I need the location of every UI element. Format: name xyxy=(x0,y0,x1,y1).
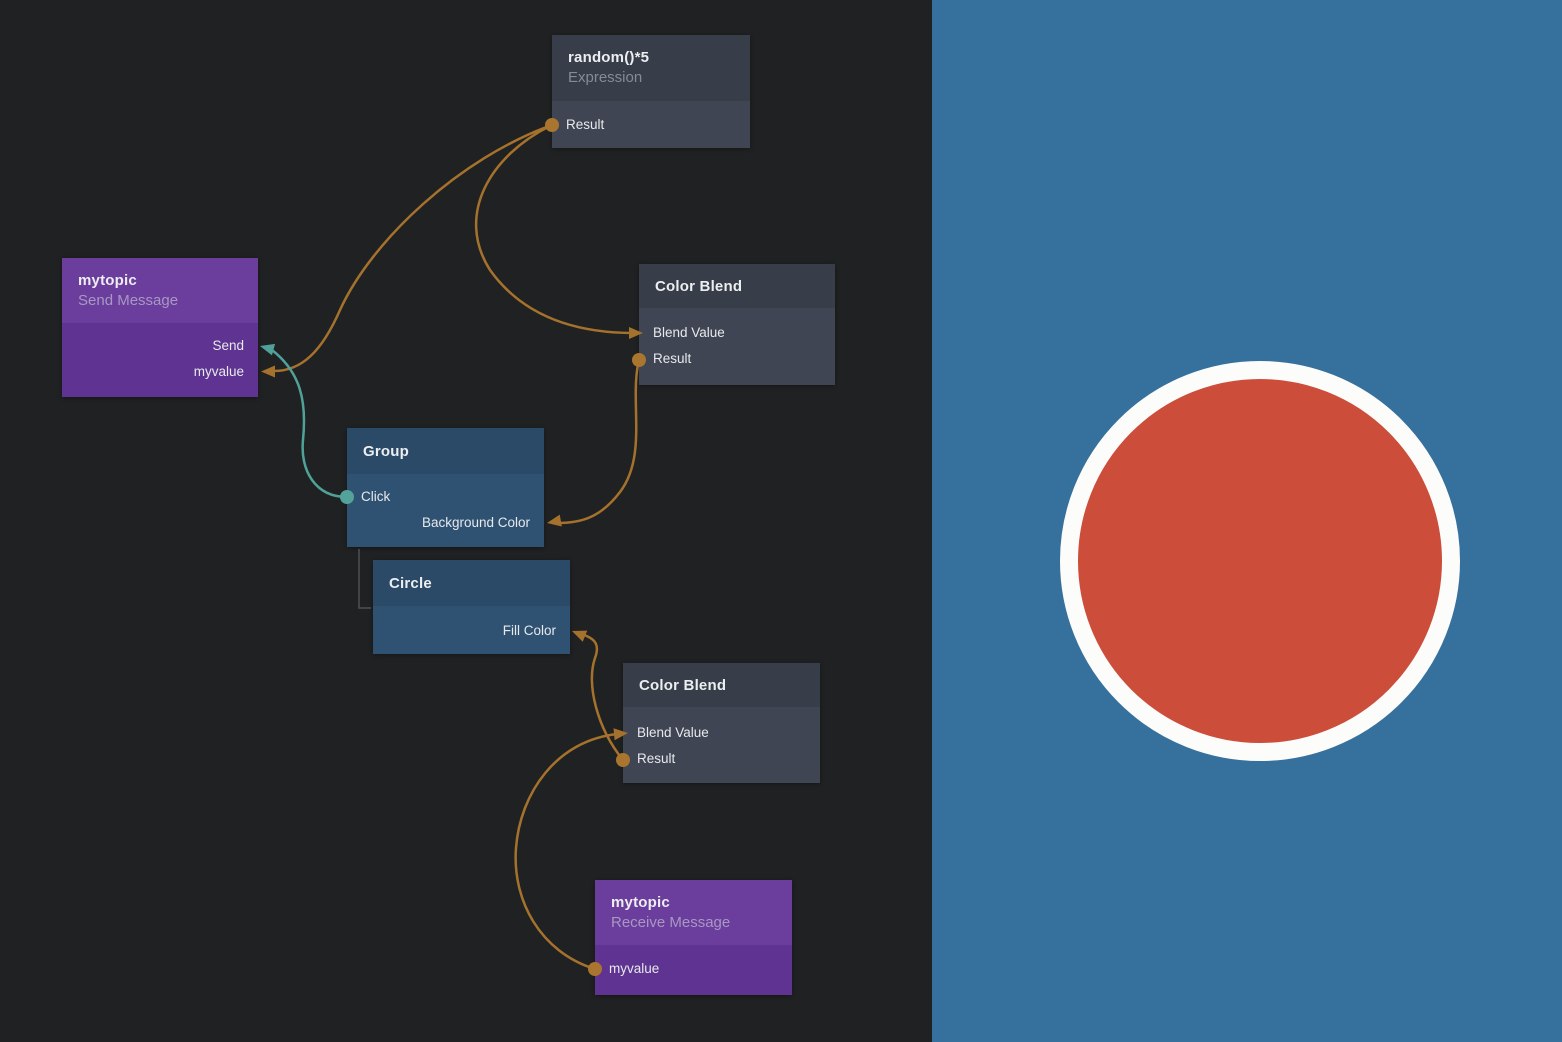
port-fill-color[interactable]: Fill Color xyxy=(373,618,570,644)
port-result[interactable]: Result xyxy=(639,346,835,372)
node-circle[interactable]: Circle Fill Color xyxy=(373,560,570,654)
noodl-editor: random()*5 Expression Result mytopic Sen… xyxy=(0,0,1562,1042)
node-title: Color Blend xyxy=(639,676,804,696)
node-body: myvalue xyxy=(595,945,792,995)
arrow-fill-color-input xyxy=(570,625,587,641)
node-receive-message[interactable]: mytopic Receive Message myvalue xyxy=(595,880,792,995)
preview-panel xyxy=(932,0,1562,1042)
port-send[interactable]: Send xyxy=(62,333,258,359)
wire-result-to-blend-value-1[interactable] xyxy=(476,125,634,333)
node-color-blend-2[interactable]: Color Blend Blend Value Result xyxy=(623,663,820,783)
port-blend-value[interactable]: Blend Value xyxy=(623,720,820,746)
port-result[interactable]: Result xyxy=(552,112,750,138)
node-group[interactable]: Group Click Background Color xyxy=(347,428,544,547)
node-header: random()*5 Expression xyxy=(552,35,750,101)
node-header: Circle xyxy=(373,560,570,606)
node-body: Click Background Color xyxy=(347,474,544,547)
node-canvas[interactable]: random()*5 Expression Result mytopic Sen… xyxy=(0,0,932,1042)
node-title: Color Blend xyxy=(655,277,819,297)
wire-result-to-myvalue[interactable] xyxy=(274,125,552,371)
port-background-color[interactable]: Background Color xyxy=(347,510,544,536)
node-header: Color Blend xyxy=(639,264,835,308)
node-header: Color Blend xyxy=(623,663,820,707)
port-blend-value[interactable]: Blend Value xyxy=(639,320,835,346)
node-title: Circle xyxy=(389,574,554,594)
node-color-blend-1[interactable]: Color Blend Blend Value Result xyxy=(639,264,835,385)
wire-result-to-fill-color[interactable] xyxy=(582,634,623,760)
node-body: Blend Value Result xyxy=(623,707,820,783)
node-body: Blend Value Result xyxy=(639,308,835,385)
node-expression[interactable]: random()*5 Expression Result xyxy=(552,35,750,148)
node-header: mytopic Receive Message xyxy=(595,880,792,945)
wire-click-to-send[interactable] xyxy=(272,350,347,497)
port-click[interactable]: Click xyxy=(347,484,544,510)
node-send-message[interactable]: mytopic Send Message Send myvalue xyxy=(62,258,258,397)
hierarchy-line xyxy=(359,549,371,608)
arrow-background-color-input xyxy=(546,515,562,529)
node-subtitle: Expression xyxy=(568,68,734,87)
port-result[interactable]: Result xyxy=(623,746,820,772)
node-title: Group xyxy=(363,442,528,462)
node-body: Send myvalue xyxy=(62,323,258,397)
wire-result-to-background-color[interactable] xyxy=(558,360,639,523)
node-header: Group xyxy=(347,428,544,474)
node-subtitle: Send Message xyxy=(78,291,242,310)
port-myvalue[interactable]: myvalue xyxy=(62,359,258,385)
node-title: mytopic xyxy=(611,893,776,913)
node-body: Fill Color xyxy=(373,606,570,654)
preview-circle-shape xyxy=(1060,361,1460,761)
node-body: Result xyxy=(552,101,750,148)
node-title: random()*5 xyxy=(568,48,734,68)
node-title: mytopic xyxy=(78,271,242,291)
arrow-myvalue-input xyxy=(261,366,275,378)
node-subtitle: Receive Message xyxy=(611,913,776,932)
arrow-send-input xyxy=(258,340,275,355)
port-myvalue[interactable]: myvalue xyxy=(595,956,792,982)
node-header: mytopic Send Message xyxy=(62,258,258,323)
